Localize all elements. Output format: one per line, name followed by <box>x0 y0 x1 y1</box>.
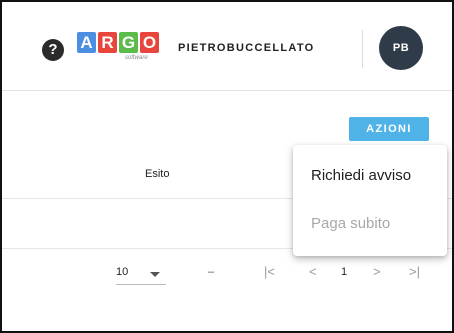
menu-item-paga-subito: Paga subito <box>311 215 391 232</box>
column-header-esito: Esito <box>145 168 170 180</box>
caret-down-icon <box>150 272 160 277</box>
logo-letters: A R G O <box>77 32 159 53</box>
rows-per-page-value: 10 <box>116 266 129 278</box>
user-avatar[interactable]: PB <box>379 26 423 70</box>
actions-menu: Richiedi avviso Paga subito <box>293 145 447 256</box>
app-window: ? A R G O software PIETROBUCCELLATO PB A… <box>0 0 454 333</box>
username-label: PIETROBUCCELLATO <box>178 42 315 54</box>
top-bar: ? A R G O software PIETROBUCCELLATO PB <box>2 2 452 91</box>
help-icon[interactable]: ? <box>42 39 64 61</box>
last-page-icon[interactable]: >| <box>409 264 420 279</box>
argo-logo: A R G O software <box>77 32 159 70</box>
logo-letter-g: G <box>119 32 138 53</box>
pagination-range: – <box>208 266 215 278</box>
logo-letter-r: R <box>98 32 117 53</box>
menu-item-richiedi-avviso[interactable]: Richiedi avviso <box>311 167 411 184</box>
actions-button[interactable]: AZIONI <box>349 117 429 141</box>
next-page-icon[interactable]: > <box>373 264 381 279</box>
header-divider <box>362 30 363 68</box>
prev-page-icon[interactable]: < <box>309 264 317 279</box>
rows-per-page-select[interactable]: 10 <box>116 266 166 285</box>
logo-letter-a: A <box>77 32 96 53</box>
logo-subtitle: software <box>125 55 148 61</box>
current-page: 1 <box>341 266 348 278</box>
logo-letter-o: O <box>140 32 159 53</box>
first-page-icon[interactable]: |< <box>264 264 275 279</box>
